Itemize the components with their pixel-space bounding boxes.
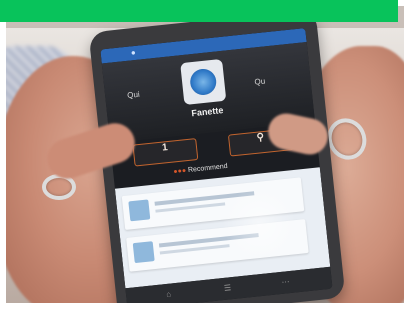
section-dot-icon: ●●● <box>173 167 189 176</box>
count-value: 1 <box>161 142 169 154</box>
phone-screen: ● Qui Qu Fanette 1 ⚲ ●●● Recommend ⌂ ☰ ⋯ <box>100 28 333 303</box>
nav-home-icon[interactable]: ⌂ <box>166 290 172 299</box>
nav-list-icon[interactable]: ☰ <box>223 283 231 293</box>
photo-frame: ● Qui Qu Fanette 1 ⚲ ●●● Recommend ⌂ ☰ ⋯ <box>6 6 404 303</box>
top-green-bar <box>0 0 398 22</box>
logo-disc-icon <box>188 67 218 97</box>
list-thumb <box>128 199 151 222</box>
profile-title: Fanette <box>190 105 224 119</box>
hero-right-label: Qu <box>254 76 266 87</box>
app-logo[interactable] <box>180 58 227 106</box>
nav-more-icon[interactable]: ⋯ <box>281 277 290 287</box>
list-thumb <box>132 241 155 264</box>
section-label-text: Recommend <box>187 162 228 175</box>
wifi-icon: ● <box>130 47 137 58</box>
count-button[interactable]: 1 <box>132 138 199 167</box>
photo-scene: ● Qui Qu Fanette 1 ⚲ ●●● Recommend ⌂ ☰ ⋯ <box>6 6 404 303</box>
hero-left-label: Qui <box>126 89 141 100</box>
